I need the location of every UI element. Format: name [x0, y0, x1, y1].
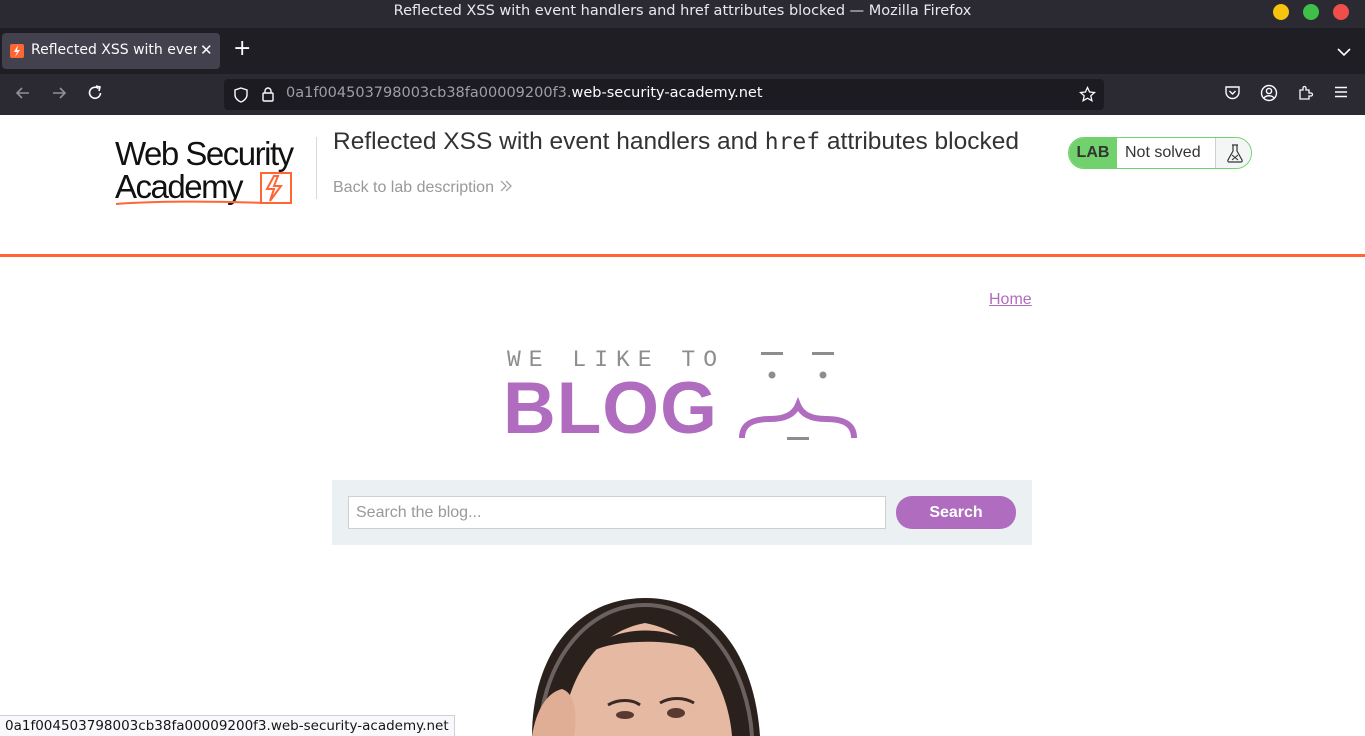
url-host-prefix: 0a1f004503798003cb38fa00009200f3.: [286, 85, 572, 101]
tab-label: Reflected XSS with event handlers and hr…: [31, 42, 197, 58]
status-url-tooltip: 0a1f004503798003cb38fa00009200f3.web-sec…: [0, 715, 455, 736]
tab-close-icon[interactable]: ✕: [200, 41, 213, 59]
flask-icon: [1215, 138, 1251, 168]
search-panel: Search: [332, 480, 1032, 545]
blog-banner: WE LIKE TO BLOG: [500, 343, 870, 449]
back-arrow-icon[interactable]: [14, 84, 32, 106]
lab-badge: LAB: [1069, 138, 1117, 168]
tab-strip: Reflected XSS with event handlers and hr…: [0, 28, 1365, 74]
lab-title-part2: attributes blocked: [820, 128, 1019, 155]
list-all-tabs-icon[interactable]: [1337, 42, 1351, 61]
lab-status-widget: LAB Not solved: [1068, 137, 1252, 169]
address-bar[interactable]: 0a1f004503798003cb38fa00009200f3.web-sec…: [224, 79, 1104, 110]
header-divider: [316, 137, 317, 199]
logo-line1: Web Security: [115, 135, 295, 172]
logo-line2: Academy: [115, 168, 244, 205]
pocket-icon[interactable]: [1224, 84, 1241, 105]
lock-icon[interactable]: [261, 86, 275, 106]
tab-active[interactable]: Reflected XSS with event handlers and hr…: [2, 33, 220, 69]
maximize-button[interactable]: [1303, 4, 1319, 20]
page-content: Web Security Academy Reflected XSS with …: [0, 115, 1365, 736]
academy-header: Web Security Academy Reflected XSS with …: [0, 115, 1365, 257]
lab-status-text: Not solved: [1125, 144, 1201, 161]
home-link[interactable]: Home: [989, 291, 1032, 309]
window-title: Reflected XSS with event handlers and hr…: [393, 3, 972, 19]
minimize-button[interactable]: [1273, 4, 1289, 20]
blog-post-image[interactable]: [470, 593, 900, 736]
back-link-label: Back to lab description: [333, 179, 494, 196]
forward-arrow-icon[interactable]: [50, 84, 68, 106]
web-security-academy-logo[interactable]: Web Security Academy: [114, 135, 314, 211]
search-input[interactable]: [348, 496, 886, 529]
search-button[interactable]: Search: [896, 496, 1016, 529]
extensions-icon[interactable]: [1297, 84, 1314, 105]
reload-icon[interactable]: [86, 84, 104, 106]
blog-banner-word: BLOG: [503, 368, 718, 449]
double-chevron-right-icon: [500, 179, 512, 195]
lab-title-part1: Reflected XSS with event handlers and: [333, 128, 765, 155]
nav-toolbar: 0a1f004503798003cb38fa00009200f3.web-sec…: [0, 74, 1365, 115]
url-domain: web-security-academy.net: [571, 85, 763, 101]
url-text[interactable]: 0a1f004503798003cb38fa00009200f3.web-sec…: [286, 85, 763, 101]
blog-face-icon: [739, 352, 857, 440]
tracking-protection-shield-icon[interactable]: [233, 87, 249, 107]
close-window-button[interactable]: [1333, 4, 1349, 20]
new-tab-button[interactable]: +: [233, 38, 251, 60]
lab-title: Reflected XSS with event handlers and hr…: [333, 128, 1019, 156]
back-to-lab-description-link[interactable]: Back to lab description: [333, 179, 512, 197]
account-icon[interactable]: [1260, 84, 1278, 106]
bookmark-star-icon[interactable]: [1078, 85, 1097, 107]
lab-title-code: href: [764, 129, 821, 155]
window-titlebar: Reflected XSS with event handlers and hr…: [0, 0, 1365, 28]
menu-icon[interactable]: [1333, 84, 1349, 104]
academy-favicon-icon: [10, 44, 24, 58]
